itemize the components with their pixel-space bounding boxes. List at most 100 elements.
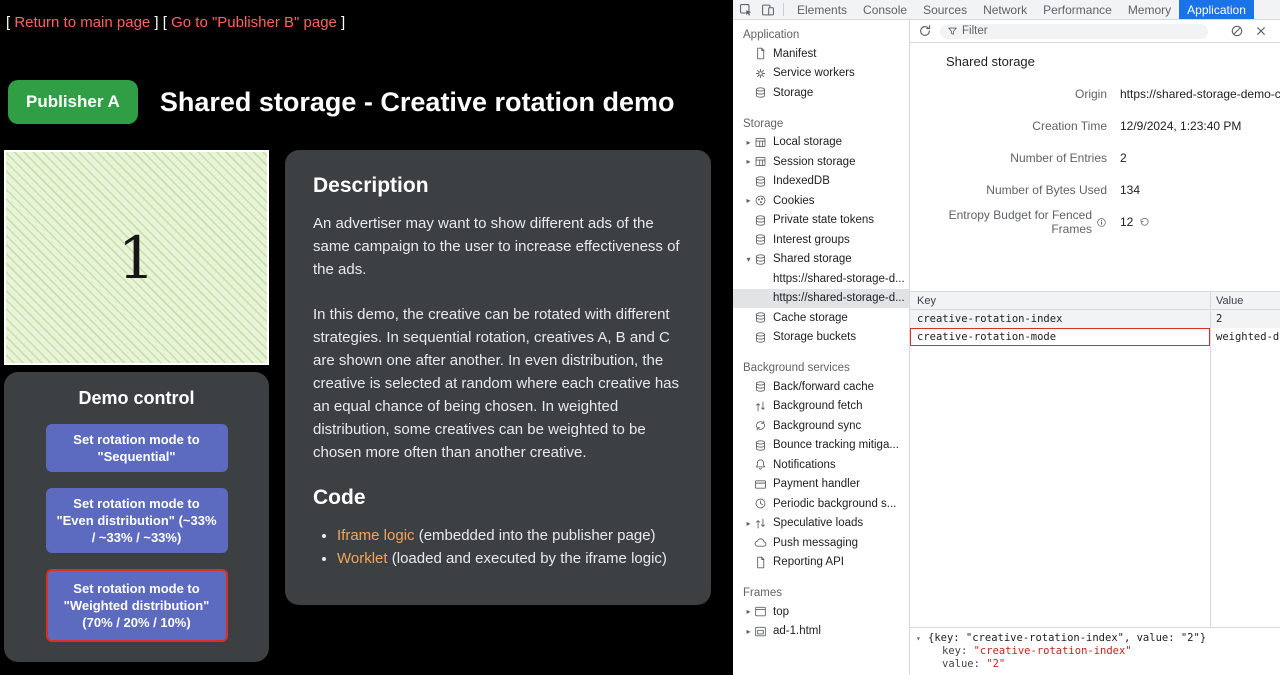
sidebar-item-label: Interest groups (773, 234, 850, 246)
metadata-label: Creation Time (910, 119, 1107, 133)
worklet-link[interactable]: Worklet (337, 550, 388, 567)
property-value: "creative-rotation-index" (974, 645, 1132, 657)
sidebar-item-cache-storage[interactable]: Cache storage (733, 308, 909, 328)
table-icon (754, 155, 768, 169)
sidebar-item-top[interactable]: ▸top (733, 602, 909, 622)
sidebar-item-interest-groups[interactable]: Interest groups (733, 230, 909, 250)
metadata-value-text: 134 (1120, 183, 1140, 197)
iframe-logic-link[interactable]: Iframe logic (337, 527, 415, 544)
value-cell[interactable]: 2 (1210, 313, 1280, 325)
page-header: Publisher A Shared storage - Creative ro… (8, 80, 674, 124)
sidebar-item-service-workers[interactable]: Service workers (733, 64, 909, 84)
sidebar-item-background-fetch[interactable]: Background fetch (733, 397, 909, 417)
close-icon[interactable] (1254, 24, 1268, 38)
sidebar-item-indexeddb[interactable]: IndexedDB (733, 172, 909, 192)
sidebar-item-session-storage[interactable]: ▸Session storage (733, 152, 909, 172)
refresh-icon[interactable] (918, 24, 932, 38)
database-icon (754, 86, 768, 100)
sidebar-item-reporting-api[interactable]: Reporting API (733, 553, 909, 573)
value-column-header[interactable]: Value (1210, 295, 1280, 307)
sidebar-item-back-forward-cache[interactable]: Back/forward cache (733, 377, 909, 397)
sidebar-item-push-messaging[interactable]: Push messaging (733, 533, 909, 553)
screen: [ Return to main page ] [ Go to "Publish… (0, 0, 1280, 675)
sidebar-item-speculative-loads[interactable]: ▸Speculative loads (733, 514, 909, 534)
sidebar-item-https-shared-storage-d[interactable]: https://shared-storage-d... (733, 289, 909, 309)
tab-performance[interactable]: Performance (1035, 0, 1120, 19)
device-toolbar-icon[interactable] (761, 3, 775, 17)
sidebar-item-label: Reporting API (773, 556, 844, 568)
sidebar-item-bounce-tracking-mitiga[interactable]: Bounce tracking mitiga... (733, 436, 909, 456)
rotation-mode-button-2[interactable]: Set rotation mode to "Even distribution"… (46, 488, 228, 553)
top-link-go-to-publisher-b-page[interactable]: Go to "Publisher B" page (171, 14, 337, 31)
sidebar-item-cookies[interactable]: ▸Cookies (733, 191, 909, 211)
toolbar-right-icons (1230, 24, 1272, 38)
preview-entry: value: "2" (916, 658, 1274, 671)
sidebar-item-storage-buckets[interactable]: Storage buckets (733, 328, 909, 348)
metadata-label: Origin (910, 87, 1107, 101)
demo-control-panel: Demo control Set rotation mode to "Seque… (4, 372, 269, 662)
triangle-down-icon[interactable]: ▾ (743, 255, 754, 264)
sidebar-section-application: Application (733, 26, 909, 44)
triangle-down-icon[interactable]: ▾ (916, 632, 928, 645)
sidebar-item-local-storage[interactable]: ▸Local storage (733, 133, 909, 153)
triangle-right-icon[interactable]: ▸ (743, 157, 754, 166)
sidebar-item-background-sync[interactable]: Background sync (733, 416, 909, 436)
tab-network[interactable]: Network (975, 0, 1035, 19)
sidebar-section-storage: Storage (733, 115, 909, 133)
filter-input[interactable] (962, 25, 1201, 37)
key-column-header[interactable]: Key (910, 295, 1210, 307)
key-cell[interactable]: creative-rotation-index (910, 313, 1210, 325)
table-row[interactable]: creative-rotation-modeweighted-dist (910, 328, 1280, 346)
sidebar-item-storage[interactable]: Storage (733, 83, 909, 103)
iframe-icon (754, 624, 768, 638)
sidebar-item-payment-handler[interactable]: Payment handler (733, 475, 909, 495)
sidebar-item-private-state-tokens[interactable]: Private state tokens (733, 211, 909, 231)
tab-console[interactable]: Console (855, 0, 915, 19)
reset-budget-icon[interactable] (1139, 217, 1150, 228)
triangle-right-icon[interactable]: ▸ (743, 627, 754, 636)
triangle-right-icon[interactable]: ▸ (743, 519, 754, 528)
clock-icon (754, 497, 768, 511)
sidebar-item-manifest[interactable]: Manifest (733, 44, 909, 64)
sidebar-item-label: Push messaging (773, 537, 858, 549)
info-icon[interactable] (1096, 217, 1107, 228)
sidebar-item-label: Service workers (773, 67, 855, 79)
ad-creative-frame: 1 (4, 150, 269, 365)
property-name: value: (942, 658, 986, 670)
triangle-right-icon[interactable]: ▸ (743, 138, 754, 147)
database-icon (754, 252, 768, 266)
value-cell[interactable]: weighted-dist (1210, 331, 1280, 343)
devtools-main: Shared storage Originhttps://shared-stor… (910, 20, 1280, 675)
sidebar-item-ad-1-html[interactable]: ▸ad-1.html (733, 622, 909, 642)
metadata-label-text: Number of Entries (1010, 151, 1107, 165)
sidebar-item-periodic-background-s[interactable]: Periodic background s... (733, 494, 909, 514)
top-link-return-to-main-page[interactable]: Return to main page (14, 14, 150, 31)
metadata-row: Originhttps://shared-storage-demo-co (910, 78, 1280, 110)
triangle-right-icon[interactable]: ▸ (743, 196, 754, 205)
key-cell[interactable]: creative-rotation-mode (910, 328, 1210, 346)
property-name: key: (942, 645, 974, 657)
tab-memory[interactable]: Memory (1120, 0, 1179, 19)
rotation-mode-button-1[interactable]: Set rotation mode to "Sequential" (46, 424, 228, 472)
rotation-mode-button-3[interactable]: Set rotation mode to "Weighted distribut… (46, 569, 228, 642)
tab-sources[interactable]: Sources (915, 0, 975, 19)
triangle-right-icon[interactable]: ▸ (743, 607, 754, 616)
sidebar-item-label: Manifest (773, 48, 816, 60)
filter-box[interactable] (940, 24, 1208, 39)
property-value: "2" (986, 658, 1005, 670)
clear-all-icon[interactable] (1230, 24, 1244, 38)
sidebar-item-label: Payment handler (773, 478, 860, 490)
sidebar-item-shared-storage[interactable]: ▾Shared storage (733, 250, 909, 270)
preview-summary[interactable]: ▾{key: "creative-rotation-index", value:… (916, 632, 1274, 645)
table-row[interactable]: creative-rotation-index2 (910, 310, 1280, 328)
updown-icon (754, 516, 768, 530)
tab-elements[interactable]: Elements (789, 0, 855, 19)
sidebar-item-notifications[interactable]: Notifications (733, 455, 909, 475)
bracket: [ (163, 14, 171, 31)
sidebar-item-https-shared-storage-d[interactable]: https://shared-storage-d... (733, 269, 909, 289)
column-resize-handle[interactable] (1210, 292, 1211, 627)
metadata-row: Number of Entries2 (910, 142, 1280, 174)
metadata-label-text: Creation Time (1032, 119, 1107, 133)
inspect-icon[interactable] (739, 3, 753, 17)
tab-application[interactable]: Application (1179, 0, 1254, 19)
